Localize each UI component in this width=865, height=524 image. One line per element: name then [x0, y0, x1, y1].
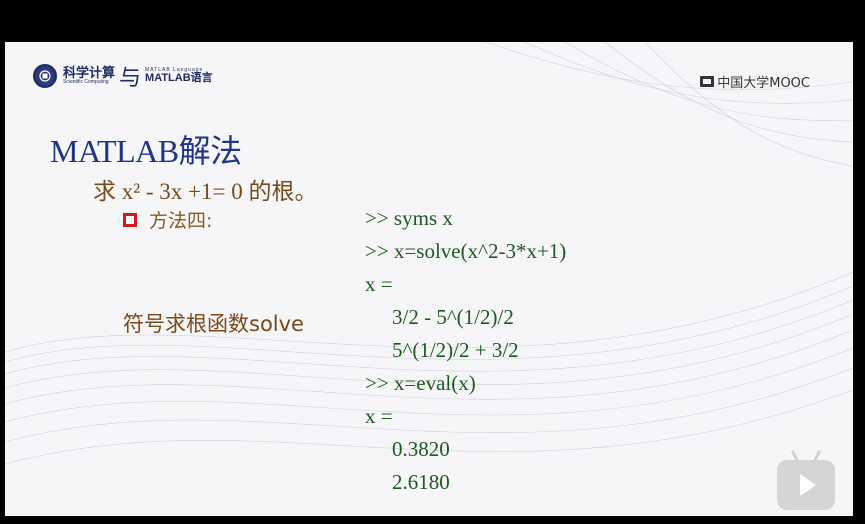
mooc-brand: 中国大学MOOC — [700, 72, 810, 91]
code-line: 5^(1/2)/2 + 3/2 — [392, 338, 519, 362]
code-line: >> x=eval(x) — [365, 371, 476, 395]
play-icon — [800, 474, 816, 496]
logo-yu-text: 与 — [119, 66, 142, 91]
code-line: x = — [365, 272, 393, 296]
slide-title: MATLAB解法 — [50, 133, 242, 169]
play-ears-icon — [791, 450, 821, 462]
logo-matlab-text: MATLAB语言 — [145, 72, 213, 84]
mooc-label: 中国大学MOOC — [717, 76, 810, 91]
question-text: 求 x² - 3x +1= 0 的根。 — [93, 179, 318, 204]
university-seal-icon — [33, 64, 57, 88]
code-line: x = — [365, 404, 393, 428]
square-bullet-icon — [123, 212, 137, 227]
course-logo: 科学计算 Scientific Computing 与 MATLAB Langu… — [33, 60, 213, 92]
code-block: >> syms x >> x=solve(x^2-3*x+1) x = 3/2 … — [365, 202, 566, 499]
code-line: >> x=solve(x^2-3*x+1) — [365, 239, 567, 263]
logo-cn-block: 科学计算 Scientific Computing — [63, 67, 115, 85]
code-line: 2.6180 — [392, 470, 450, 494]
method-label: 方法四: — [149, 210, 213, 232]
logo-en-text: Scientific Computing — [63, 79, 109, 85]
slide-canvas: 科学计算 Scientific Computing 与 MATLAB Langu… — [5, 42, 853, 516]
side-note: 符号求根函数solve — [123, 312, 304, 336]
mooc-logo-icon — [700, 76, 715, 87]
code-line: 0.3820 — [392, 437, 450, 461]
method-item: 方法四: — [123, 206, 212, 233]
code-line: 3/2 - 5^(1/2)/2 — [392, 305, 514, 329]
logo-matlab-block: MATLAB Language MATLAB语言 — [145, 68, 213, 84]
code-line: >> syms x — [365, 206, 453, 230]
play-button[interactable] — [777, 450, 835, 510]
